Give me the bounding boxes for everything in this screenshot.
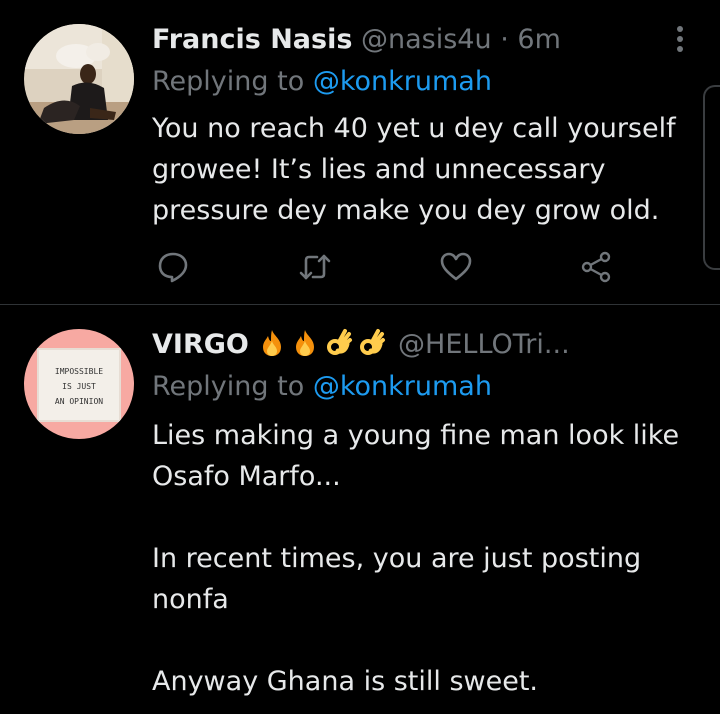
- avatar-sign-line-2: IS JUST: [62, 382, 96, 391]
- name-emojis: [257, 329, 398, 360]
- avatar[interactable]: [24, 24, 134, 134]
- avatar-letterboard: IMPOSSIBLE IS JUST AN OPINION: [24, 329, 134, 439]
- avatar-sign-line-1: IMPOSSIBLE: [55, 367, 103, 376]
- tweet[interactable]: Francis Nasis @nasis4u · 6m Replying to …: [0, 0, 720, 304]
- ok-hand-icon: [327, 329, 353, 355]
- like-button[interactable]: [439, 250, 473, 284]
- mention-link[interactable]: @konkrumah: [313, 66, 492, 97]
- avatar-photo: [24, 24, 134, 134]
- replying-to: Replying to @konkrumah: [152, 64, 492, 100]
- reply-button[interactable]: [156, 250, 190, 284]
- display-name[interactable]: VIRGO: [152, 329, 249, 360]
- reply-icon: [158, 252, 188, 283]
- tweet[interactable]: IMPOSSIBLE IS JUST AN OPINION VIRGO @HEL…: [0, 305, 720, 714]
- fire-icon: [296, 330, 315, 356]
- display-name[interactable]: Francis Nasis: [152, 24, 352, 55]
- avatar-sign-line-3: AN OPINION: [55, 397, 103, 406]
- ok-hand-icon: [360, 329, 386, 355]
- tweet-header: Francis Nasis @nasis4u · 6m: [152, 22, 561, 58]
- mention-link[interactable]: @konkrumah: [313, 371, 492, 402]
- separator-dot: ·: [500, 24, 509, 55]
- replying-to: Replying to @konkrumah: [152, 369, 492, 405]
- replying-to-label: Replying to: [152, 371, 305, 402]
- tweet-header: VIRGO @HELLOTri...: [152, 327, 570, 363]
- share-icon: [581, 251, 611, 283]
- heart-icon: [440, 252, 472, 281]
- tweet-text: You no reach 40 yet u dey call yourself …: [152, 113, 685, 226]
- tweet-text: Lies making a young fine man look like O…: [152, 420, 680, 697]
- scroll-indicator[interactable]: [703, 85, 720, 270]
- replying-to-label: Replying to: [152, 66, 305, 97]
- user-handle[interactable]: @nasis4u: [361, 24, 492, 55]
- more-options-button[interactable]: [672, 25, 688, 53]
- more-vertical-icon: [677, 26, 683, 52]
- tweet-actions: [0, 250, 720, 284]
- fire-icon: [263, 330, 282, 356]
- timestamp[interactable]: 6m: [517, 24, 560, 55]
- user-handle[interactable]: @HELLOTri...: [398, 329, 570, 360]
- retweet-icon: [299, 254, 331, 280]
- retweet-button[interactable]: [298, 250, 332, 284]
- share-button[interactable]: [579, 250, 613, 284]
- avatar[interactable]: IMPOSSIBLE IS JUST AN OPINION: [24, 329, 134, 439]
